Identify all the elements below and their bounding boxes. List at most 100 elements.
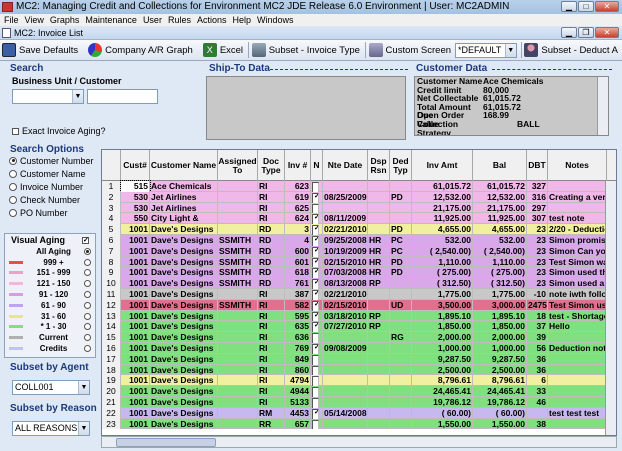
menu-item-help[interactable]: Help [229, 14, 254, 26]
table-row[interactable]: 161001Dave's Designs RI769✓ 09/08/2009 1,00… [102, 343, 616, 354]
aging-bucket[interactable]: Current [5, 332, 95, 343]
custom-screen-select[interactable]: *DEFAULT ▼ [455, 42, 517, 58]
column-header[interactable]: Customer Name [150, 150, 218, 181]
menu-item-rules[interactable]: Rules [165, 14, 194, 26]
column-header[interactable]: Bal [473, 150, 527, 181]
maximize-button[interactable]: □ [578, 1, 594, 12]
visual-aging-checkbox[interactable]: ✓ [82, 237, 89, 244]
menu-item-file[interactable]: File [0, 14, 22, 26]
checkbox[interactable]: ✓ [312, 279, 319, 289]
table-row[interactable]: 61001Dave's DesignsSSMITHRD4✓ 09/25/2008H… [102, 235, 616, 246]
menu-item-maintenance[interactable]: Maintenance [82, 14, 140, 26]
table-row[interactable]: 23 1001 Dave's Designs RR 657 1,550.00 1,550.0… [102, 418, 616, 430]
subset-invoice-type-button[interactable]: Subset - Invoice Type [250, 41, 364, 60]
table-row[interactable]: 17 1001 Dave's Designs RI 849 9,287.50 9,287.5… [102, 353, 616, 365]
search-option-customer-name[interactable]: Customer Name [4, 167, 94, 180]
table-row[interactable]: 51001Dave's DesignsRD3✓02/21/2010PD4,655… [102, 224, 616, 235]
column-header[interactable]: Cust# [121, 150, 150, 181]
checkbox[interactable]: ✓ [312, 192, 319, 203]
table-row[interactable]: 91001Dave's DesignsSSMITHRD618✓ 07/03/200… [102, 267, 616, 279]
checkbox[interactable] [312, 376, 319, 387]
checkbox[interactable]: ✓ [312, 344, 319, 354]
checkbox[interactable] [312, 398, 319, 408]
checkbox[interactable] [312, 419, 319, 430]
menu-item-view[interactable]: View [22, 14, 47, 26]
scrollbar-thumb[interactable] [116, 438, 216, 447]
aging-bucket[interactable]: 121 - 150 [5, 278, 95, 289]
aging-bucket[interactable]: 999 + [5, 257, 95, 268]
checkbox[interactable] [312, 182, 319, 192]
checkbox[interactable]: ✓ [312, 290, 319, 300]
table-row[interactable]: 18 1001 Dave's Designs RI 860 2,500.00 2,500.0… [102, 364, 616, 376]
company-graph-button[interactable]: Company A/R Graph [86, 41, 197, 60]
column-header[interactable]: DBT [527, 150, 548, 181]
child-minimize-button[interactable]: ▁ [561, 27, 577, 38]
checkbox[interactable]: ✓ [312, 246, 319, 257]
table-row[interactable]: 3 530 Jet Airlines RI 625 21,175.00 21,175.00 2… [102, 202, 616, 214]
subset-deduct-button[interactable]: Subset - Deduct A [522, 41, 622, 60]
search-option-po-number[interactable]: PO Number [4, 206, 94, 219]
grid-horizontal-scrollbar[interactable] [101, 436, 617, 448]
customer-input[interactable] [87, 89, 158, 104]
table-row[interactable]: 71001Dave's DesignsSSMITHRD600✓ 10/19/200… [102, 245, 616, 257]
table-row[interactable]: 131001Dave's Designs RI595✓ 03/18/2010RP 1,… [102, 310, 616, 322]
search-option-invoice-number[interactable]: Invoice Number [4, 180, 94, 193]
column-header[interactable]: Assigned To [218, 150, 258, 181]
menu-item-user[interactable]: User [140, 14, 165, 26]
checkbox[interactable]: ✓ [312, 225, 319, 235]
custom-screen-button[interactable]: Custom Screen [367, 41, 455, 60]
menu-item-graphs[interactable]: Graphs [47, 14, 83, 26]
table-row[interactable]: 21 1001 Dave's Designs RI 5133 19,786.12 19,78… [102, 397, 616, 408]
aging-bucket[interactable]: 91 - 120 [5, 289, 95, 300]
checkbox[interactable] [312, 365, 319, 376]
table-row[interactable]: 121001Dave's DesignsSSMITHRI582✓ 02/15/20… [102, 299, 616, 311]
grid-vertical-scrollbar[interactable] [605, 181, 616, 435]
table-row[interactable]: 111001Dave's Designs RI387✓ 02/21/2010 1,77… [102, 289, 616, 300]
table-row[interactable]: 141001Dave's Designs RI635✓ 07/27/2010RP 1,… [102, 321, 616, 333]
checkbox[interactable]: ✓ [312, 408, 319, 419]
customer-data-scrollbar[interactable] [597, 77, 608, 135]
column-header[interactable] [102, 150, 121, 181]
checkbox[interactable]: ✓ [312, 268, 319, 279]
column-header[interactable]: Inv # [285, 150, 311, 181]
checkbox[interactable] [312, 387, 319, 397]
table-row[interactable]: 1 515 Ace Chemicals RI 623 61,015.72 61,015.72… [102, 180, 616, 193]
close-button[interactable]: ✕ [595, 1, 619, 12]
table-row[interactable]: 4550City Light & RI624✓ 08/11/2009 11,925.0… [102, 213, 616, 225]
aging-bucket[interactable]: Credits [5, 343, 95, 354]
checkbox[interactable]: ✓ [312, 236, 319, 246]
checkbox[interactable] [312, 354, 319, 365]
table-row[interactable]: 19 1001 Dave's Designs RI 4794 8,796.61 8,796.… [102, 375, 616, 387]
search-option-customer-number[interactable]: Customer Number [4, 154, 94, 167]
checkbox[interactable]: ✓ [312, 311, 319, 322]
menu-item-windows[interactable]: Windows [254, 14, 297, 26]
column-header[interactable]: Notes [548, 150, 607, 181]
business-unit-select[interactable]: ▼ [12, 89, 84, 104]
column-header[interactable]: Doc Type [258, 150, 285, 181]
column-header[interactable]: Ded Typ [390, 150, 412, 181]
aging-bucket[interactable]: All Aging [5, 246, 95, 257]
subset-reason-select[interactable]: ALL REASONS ▼ [12, 421, 90, 436]
table-row[interactable]: 20 1001 Dave's Designs RI 4944 24,465.41 24,46… [102, 386, 616, 397]
checkbox[interactable] [312, 333, 319, 343]
column-header[interactable]: N [311, 150, 323, 181]
table-row[interactable]: 81001Dave's DesignsSSMITHRD601✓ 02/15/201… [102, 256, 616, 268]
column-header[interactable]: Dsp Rsn [368, 150, 390, 181]
checkbox[interactable]: ✓ [312, 257, 319, 268]
table-row[interactable]: 221001Dave's Designs RM4453✓ 05/14/2008 ( 6… [102, 407, 616, 419]
menu-item-actions[interactable]: Actions [194, 14, 230, 26]
column-header[interactable]: Inv Amt [412, 150, 473, 181]
aging-bucket[interactable]: * 1 - 30 [5, 322, 95, 333]
column-header[interactable]: Nte Date [323, 150, 368, 181]
save-defaults-button[interactable]: Save Defaults [0, 41, 82, 60]
table-row[interactable]: 2530Jet AirlinesRI619✓08/25/2009PD12,532… [102, 191, 616, 203]
checkbox[interactable]: ✓ [312, 214, 319, 225]
table-row[interactable]: 101001Dave's DesignsSSMITHRD761✓ 08/13/20… [102, 278, 616, 289]
aging-bucket[interactable]: 61 - 90 [5, 300, 95, 311]
checkbox[interactable]: ✓ [312, 300, 319, 311]
table-row[interactable]: 15 1001 Dave's Designs RI 636 RG 2,000.00 2,000… [102, 332, 616, 343]
checkbox[interactable] [312, 203, 319, 214]
checkbox[interactable]: ✓ [312, 322, 319, 333]
exact-aging-checkbox[interactable] [12, 127, 19, 135]
subset-agent-select[interactable]: COLL001 ▼ [12, 380, 90, 395]
